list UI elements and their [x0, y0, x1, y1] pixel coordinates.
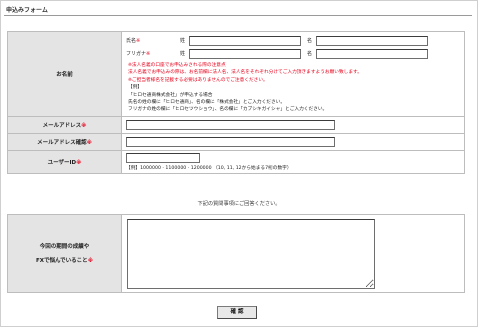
kanji-sei-input[interactable]: [189, 35, 301, 46]
sei-label: 姓: [180, 51, 186, 57]
required-mark: ※: [81, 122, 87, 129]
email-confirm-label: メールアドレス確認: [37, 139, 87, 146]
mei-label: 名: [307, 51, 313, 57]
kana-name-label: フリガナ: [126, 51, 147, 57]
note-line: ※法人名義の口座でお申込みされる際の注意点: [128, 63, 226, 68]
note-line: 【例】: [128, 85, 143, 91]
survey-textarea[interactable]: [127, 218, 375, 289]
survey-table: 今回の期間の成績や FXで悩んでいること※: [7, 214, 465, 293]
email-value-cell: [121, 115, 465, 134]
required-mark: ※: [87, 257, 94, 264]
user-id-value-cell: 【例】1000000 · 1100000 · 1200000 （10, 11, …: [121, 149, 465, 174]
email-confirm-label-cell: メールアドレス確認※: [7, 132, 122, 151]
survey-label-line1: 今回の期間の成績や: [39, 243, 90, 250]
survey-value-cell: [121, 214, 465, 293]
email-label: メールアドレス: [42, 122, 82, 129]
survey-intro: 下記の質問事項にご回答ください。: [197, 201, 281, 207]
note-line: 「ヒロセ通商株式会社」が申込する場合: [128, 92, 213, 98]
survey-row: 今回の期間の成績や FXで悩んでいること※: [7, 214, 465, 293]
email-input[interactable]: [126, 119, 335, 130]
note-line: ※ご担当者様名を記載する必要はありませんのでご注意ください。: [128, 77, 268, 83]
title-divider: [4, 15, 472, 16]
note-line: フリガナの姓の欄に「ヒロセツウショウ」、名の欄に「カブシキガイシャ」とご入力くだ…: [128, 107, 328, 113]
kanji-name-label: 氏名: [126, 38, 137, 44]
kanji-mei-input[interactable]: [316, 35, 428, 46]
user-id-input[interactable]: [126, 152, 200, 163]
user-id-example: 【例】1000000 · 1100000 · 1200000 （10, 11, …: [126, 165, 292, 171]
required-mark: ※: [86, 139, 92, 146]
name-row: お名前 氏名※ 姓 名 フリガナ※ 姓 名 ※法人名義の口座でお申込みされる際の…: [7, 31, 465, 117]
confirm-button[interactable]: 確 認: [217, 306, 257, 319]
email-confirm-input[interactable]: [126, 136, 335, 147]
email-row: メールアドレス※: [7, 115, 465, 134]
name-notes: ※法人名義の口座でお申込みされる際の注意点 法人名義でお申込みの際は、お名前欄に…: [126, 62, 460, 114]
survey-label-line2: FXで悩んでいること: [35, 257, 88, 264]
survey-label-cell: 今回の期間の成績や FXで悩んでいること※: [7, 214, 122, 293]
user-id-label-cell: ユーザーID※: [7, 149, 122, 174]
kana-mei-input[interactable]: [316, 48, 428, 59]
kanji-name-label-wrap: 氏名※: [126, 37, 180, 44]
name-label: お名前: [56, 71, 73, 78]
kana-name-label-wrap: フリガナ※: [126, 50, 180, 57]
required-mark: ※: [146, 51, 151, 57]
name-value-cell: 氏名※ 姓 名 フリガナ※ 姓 名 ※法人名義の口座でお申込みされる際の注意点 …: [121, 31, 465, 117]
kana-sei-input[interactable]: [189, 48, 301, 59]
email-label-cell: メールアドレス※: [7, 115, 122, 134]
kana-name-row: フリガナ※ 姓 名: [126, 47, 460, 60]
user-id-row: ユーザーID※ 【例】1000000 · 1100000 · 1200000 （…: [7, 149, 465, 174]
sei-label: 姓: [180, 38, 186, 44]
name-label-cell: お名前: [7, 31, 122, 117]
note-line: 氏名の姓の欄に「ヒロセ通商」、名の欄に「株式会社」とご入力ください。: [128, 100, 286, 106]
mei-label: 名: [307, 38, 313, 44]
required-mark: ※: [76, 159, 82, 166]
email-confirm-row: メールアドレス確認※: [7, 132, 465, 151]
application-form-table: お名前 氏名※ 姓 名 フリガナ※ 姓 名 ※法人名義の口座でお申込みされる際の…: [7, 31, 465, 174]
required-mark: ※: [136, 38, 141, 44]
user-id-label: ユーザーID: [47, 159, 77, 166]
page-title: 申込みフォーム: [6, 7, 48, 14]
survey-label-line2-wrap: FXで悩んでいること※: [8, 254, 121, 268]
kanji-name-row: 氏名※ 姓 名: [126, 34, 460, 47]
note-line: 法人名義でお申込みの際は、お名前欄に法人名、法人名をそれぞれ分けてご入力頂きます…: [128, 70, 362, 76]
email-confirm-value-cell: [121, 132, 465, 151]
